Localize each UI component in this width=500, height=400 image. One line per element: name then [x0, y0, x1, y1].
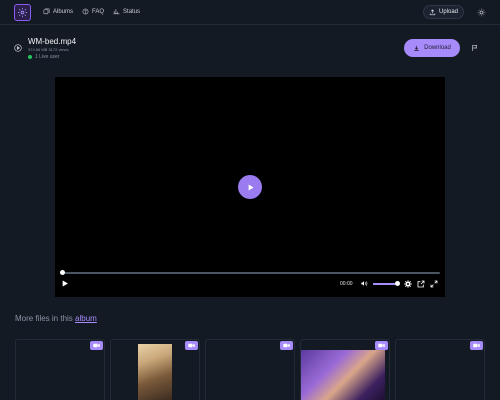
play-icon [248, 184, 253, 190]
fullscreen-icon[interactable] [430, 280, 438, 288]
control-play-icon[interactable] [61, 279, 69, 288]
file-card[interactable] [300, 339, 390, 400]
video-badge-icon [185, 341, 198, 350]
pip-icon[interactable] [417, 280, 425, 288]
download-button[interactable]: Download [404, 39, 460, 57]
volume-knob[interactable] [395, 281, 400, 286]
upload-button[interactable]: Upload [423, 5, 464, 19]
video-badge-icon [375, 341, 388, 350]
site-logo[interactable] [14, 4, 31, 21]
more-files-prefix: More files in this [15, 314, 76, 323]
flag-icon [472, 45, 478, 51]
video-badge-icon [470, 341, 483, 350]
file-meta: 374.66 MB 3172 views [28, 47, 69, 52]
video-badge-icon [280, 341, 293, 350]
volume-fill [373, 283, 395, 285]
nav-albums[interactable]: Albums [43, 8, 73, 15]
big-play-button[interactable] [238, 175, 262, 199]
download-icon [414, 45, 419, 51]
video-badge-icon [90, 341, 103, 350]
live-dot-icon [28, 55, 32, 59]
nav-albums-label: Albums [53, 8, 74, 15]
video-player[interactable]: 00:00 [55, 77, 445, 297]
live-users-label: 1 Live user [35, 54, 60, 60]
more-files-heading: More files in this album [15, 314, 97, 323]
time-display: 00:00 [340, 281, 353, 287]
nav-faq-label: FAQ [92, 8, 105, 15]
album-link[interactable]: album [75, 314, 97, 323]
volume-slider[interactable] [373, 283, 397, 285]
upload-icon [429, 8, 436, 15]
main-nav: Albums FAQ Status [43, 8, 140, 15]
settings-gear-icon[interactable] [404, 280, 412, 288]
top-navbar: Albums FAQ Status Upload [0, 0, 500, 25]
file-title: WM-bed.mp4 [28, 37, 77, 46]
nav-faq[interactable]: FAQ [82, 8, 104, 15]
upload-label: Upload [438, 9, 458, 15]
play-circle-icon [14, 44, 22, 52]
bar-chart-icon [113, 9, 120, 15]
nav-status[interactable]: Status [113, 8, 140, 15]
download-label: Download [424, 45, 451, 51]
help-circle-icon [82, 8, 89, 15]
report-button[interactable] [469, 42, 481, 54]
sun-icon [477, 8, 485, 16]
thumbnail-image [301, 350, 385, 400]
logo-gear-icon [17, 7, 28, 18]
theme-toggle-button[interactable] [474, 5, 488, 19]
volume-icon[interactable] [360, 280, 368, 287]
file-card[interactable] [110, 339, 200, 400]
live-users: 1 Live user [28, 54, 59, 60]
progress-knob[interactable] [60, 270, 65, 275]
file-card[interactable] [15, 339, 105, 400]
file-card[interactable] [395, 339, 485, 400]
thumbnail-image [138, 344, 172, 400]
albums-icon [43, 8, 50, 15]
progress-bar[interactable] [62, 272, 440, 274]
file-card[interactable] [205, 339, 295, 400]
nav-status-label: Status [123, 8, 141, 15]
